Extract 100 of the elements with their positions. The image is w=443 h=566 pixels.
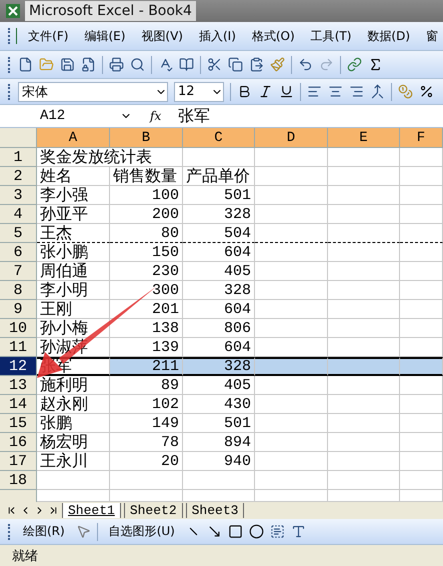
table-cell: 80 — [110, 224, 183, 243]
file-lock-icon[interactable] — [81, 57, 96, 72]
row-header[interactable]: 2 — [0, 167, 37, 186]
percent-icon[interactable] — [419, 84, 434, 99]
menu-item[interactable]: 格式(O) — [246, 28, 300, 44]
cut-icon[interactable] — [207, 57, 222, 72]
function-label[interactable]: fx — [150, 109, 178, 123]
menu-item[interactable]: 窗 — [421, 28, 443, 44]
link-icon[interactable] — [347, 57, 362, 72]
menu-item[interactable]: 文件(F) — [23, 28, 74, 44]
save-icon[interactable] — [60, 57, 75, 72]
table-cell: 501 — [183, 186, 255, 205]
coins-icon[interactable] — [398, 84, 413, 99]
row-header[interactable]: 10 — [0, 319, 37, 338]
row-header[interactable]: 13 — [0, 376, 37, 395]
font-size-field[interactable]: 12 — [174, 82, 224, 102]
book-icon[interactable] — [179, 57, 194, 72]
align-center-icon[interactable] — [328, 84, 343, 99]
sigma-icon[interactable] — [368, 57, 383, 72]
menu-item[interactable]: 数据(D) — [362, 28, 415, 44]
row-header[interactable]: 17 — [0, 452, 37, 471]
row-header[interactable]: 9 — [0, 300, 37, 319]
undo-icon[interactable] — [298, 57, 313, 72]
table-cell: 奖金发放统计表 — [37, 148, 183, 167]
row-header[interactable]: 1 — [0, 148, 37, 167]
oval-icon[interactable] — [248, 524, 264, 539]
menu-item[interactable]: 编辑(E) — [79, 28, 130, 44]
column-header[interactable]: C — [183, 128, 255, 148]
row-header[interactable]: 12 — [0, 357, 37, 376]
column-header[interactable]: E — [328, 128, 400, 148]
last-sheet-icon[interactable] — [48, 505, 59, 516]
magnifier-icon[interactable] — [130, 57, 145, 72]
table-cell: 赵永刚 — [37, 395, 110, 414]
table-cell: 894 — [183, 433, 255, 452]
row-header[interactable]: 11 — [0, 338, 37, 357]
table-cell: 211 — [110, 357, 183, 376]
menu-item[interactable]: 视图(V) — [136, 28, 188, 44]
align-right-icon[interactable] — [349, 84, 364, 99]
row-header[interactable]: 15 — [0, 414, 37, 433]
row-header[interactable]: 7 — [0, 262, 37, 281]
align-left-icon[interactable] — [307, 84, 322, 99]
italic-icon[interactable] — [258, 84, 273, 99]
pointer-icon[interactable] — [76, 524, 91, 539]
table-cell: 李小强 — [37, 186, 110, 205]
row-header[interactable]: 6 — [0, 243, 37, 262]
table-cell: 78 — [110, 433, 183, 452]
column-header[interactable]: A — [37, 128, 110, 148]
bold-icon[interactable] — [237, 84, 252, 99]
table-cell: 施利明 — [37, 376, 110, 395]
first-sheet-icon[interactable] — [6, 505, 17, 516]
status-bar: 就绪 — [0, 545, 443, 566]
sheet-tab[interactable]: Sheet1 — [62, 503, 121, 518]
table-cell: 501 — [183, 414, 255, 433]
wordart-icon[interactable] — [290, 524, 306, 539]
arrow-icon[interactable] — [206, 524, 222, 539]
table-cell: 200 — [110, 205, 183, 224]
table-cell: 405 — [183, 262, 255, 281]
text-box-icon[interactable] — [270, 524, 285, 539]
column-header[interactable]: B — [110, 128, 183, 148]
row-header[interactable]: 8 — [0, 281, 37, 300]
font-name-field[interactable]: 宋体 — [18, 82, 168, 102]
table-cell: 138 — [110, 319, 183, 338]
table-cell: 604 — [183, 243, 255, 262]
table-cell: 销售数量 — [110, 167, 183, 186]
menu-item[interactable]: 工具(T) — [306, 28, 356, 44]
sheet-tab[interactable]: Sheet2 — [124, 503, 183, 518]
printer-icon[interactable] — [109, 57, 124, 72]
rectangle-icon[interactable] — [228, 524, 243, 539]
table-cell: 201 — [110, 300, 183, 319]
formula-field[interactable]: 张军 — [178, 106, 210, 126]
table-cell: 张鹏 — [37, 414, 110, 433]
copy-icon[interactable] — [228, 57, 243, 72]
sheet-tab[interactable]: Sheet3 — [186, 503, 244, 518]
row-header[interactable]: 14 — [0, 395, 37, 414]
table-cell: 300 — [110, 281, 183, 300]
row-header[interactable]: 4 — [0, 205, 37, 224]
row-header[interactable]: 18 — [0, 471, 37, 490]
table-cell: 20 — [110, 452, 183, 471]
table-cell: 89 — [110, 376, 183, 395]
table-cell: 230 — [110, 262, 183, 281]
row-header[interactable]: 3 — [0, 186, 37, 205]
row-header[interactable]: 5 — [0, 224, 37, 243]
merge-icon[interactable] — [370, 84, 385, 99]
table-cell: 王刚 — [37, 300, 110, 319]
table-cell: 806 — [183, 319, 255, 338]
autoshapes-menu[interactable]: 自选图形(U) — [104, 523, 180, 540]
row-header[interactable]: 16 — [0, 433, 37, 452]
column-header[interactable]: D — [255, 128, 328, 148]
underline-icon[interactable] — [279, 84, 294, 99]
new-file-icon[interactable] — [18, 57, 33, 72]
paintbrush-icon[interactable] — [270, 57, 285, 72]
table-cell: 405 — [183, 376, 255, 395]
table-cell: 杨宏明 — [37, 433, 110, 452]
table-cell: 139 — [110, 338, 183, 357]
column-header[interactable]: F — [400, 128, 443, 148]
spellcheck-icon[interactable] — [158, 57, 173, 72]
table-cell: 604 — [183, 338, 255, 357]
paste-icon[interactable] — [249, 57, 264, 72]
draw-menu[interactable]: 绘图(R) — [18, 523, 70, 540]
menu-item[interactable]: 插入(I) — [194, 28, 241, 44]
